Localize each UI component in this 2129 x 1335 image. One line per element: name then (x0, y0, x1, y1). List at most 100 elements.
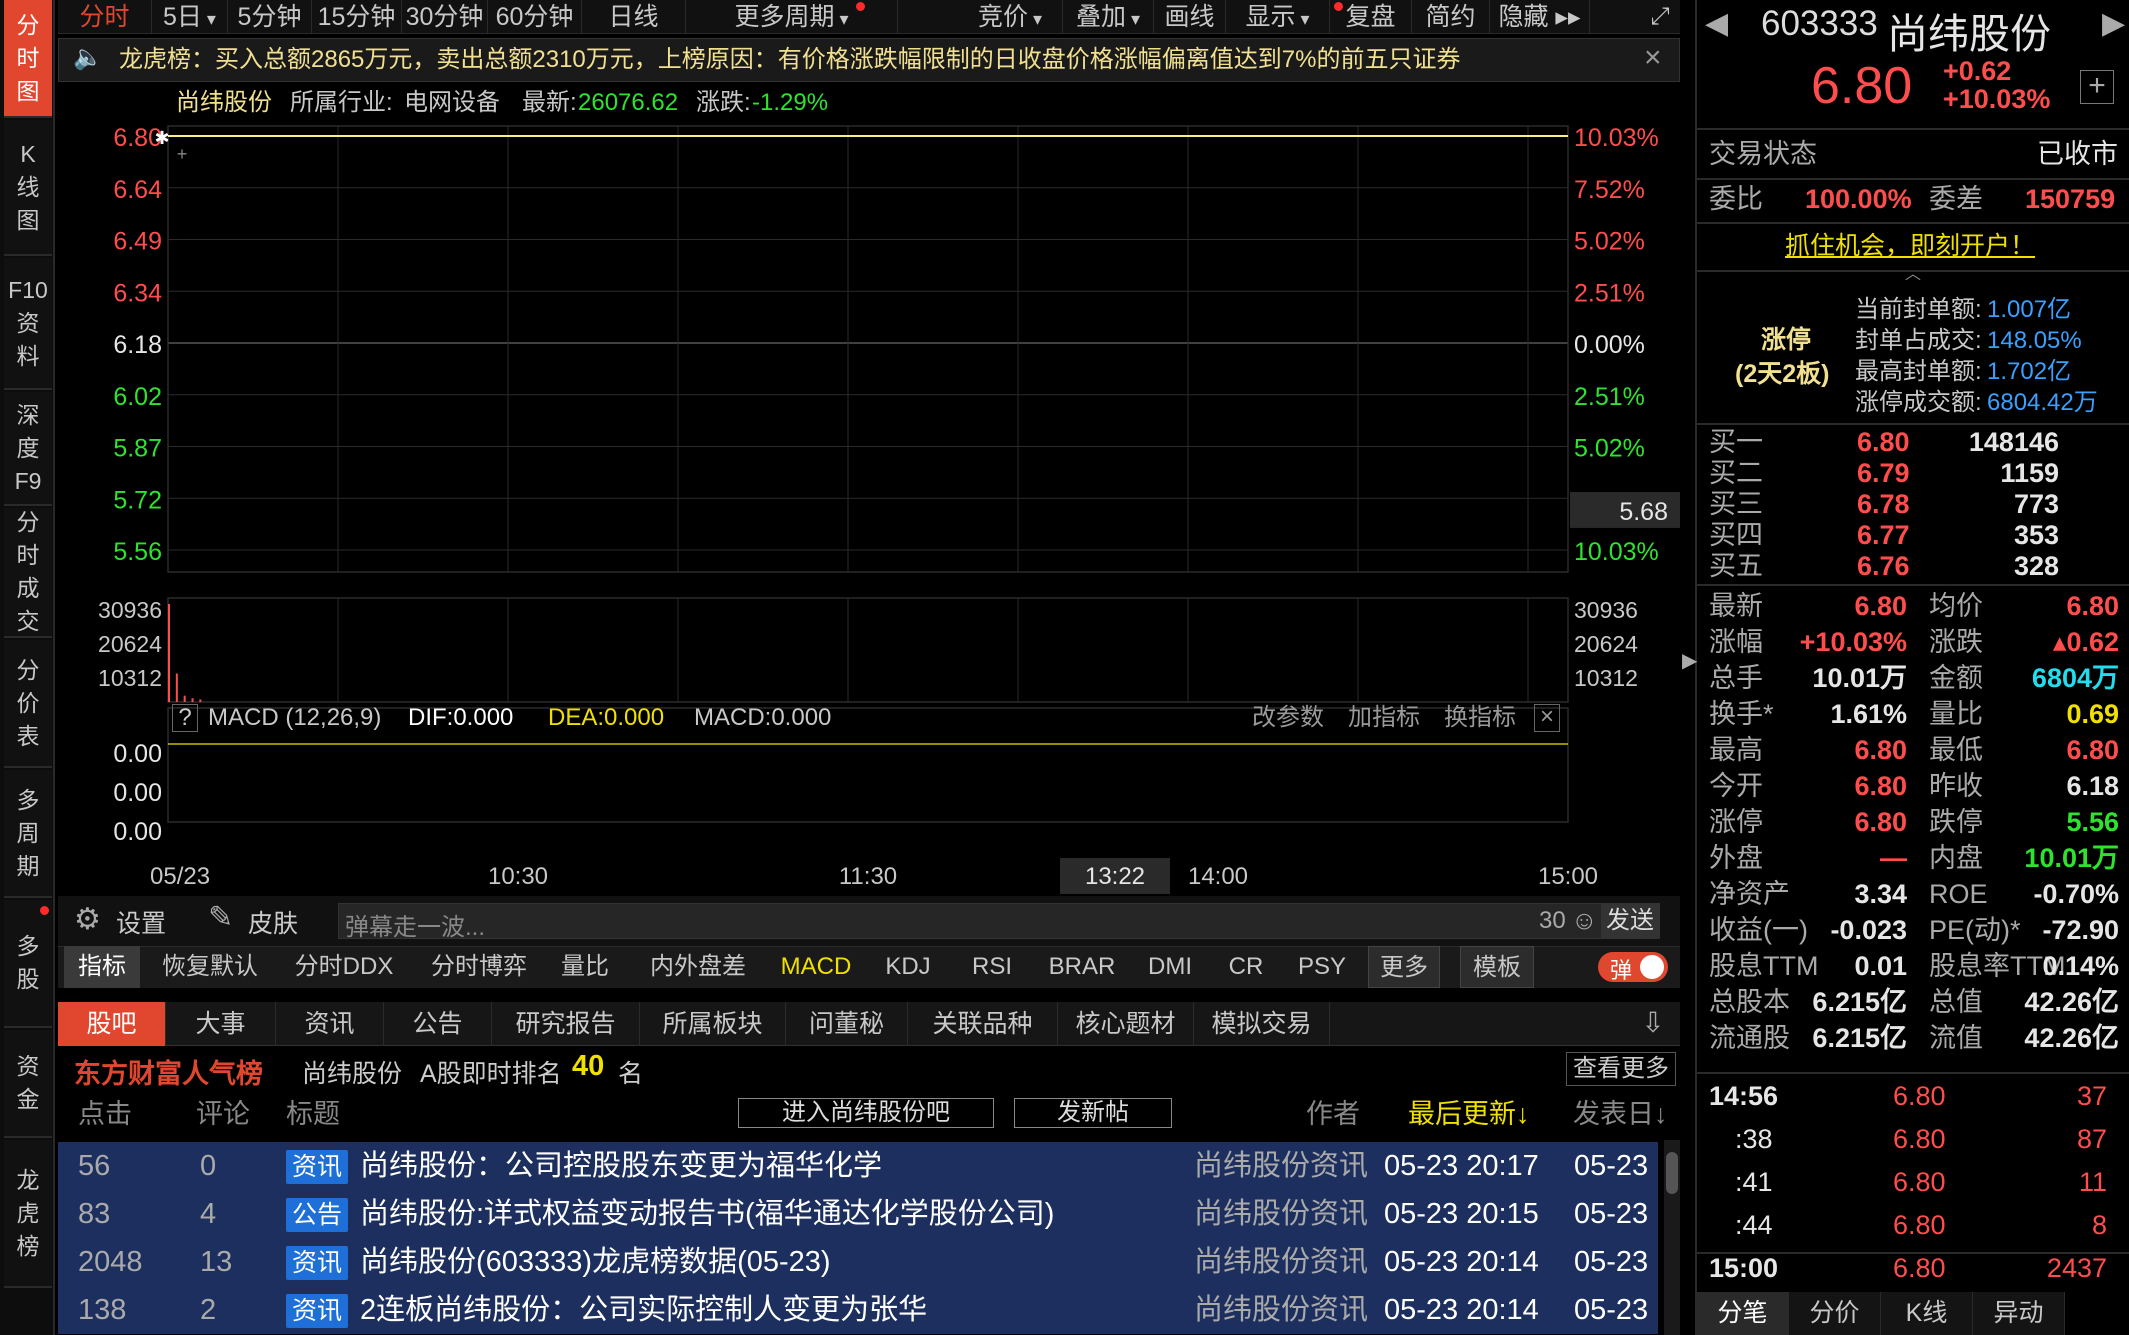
left-nav-item[interactable]: 资金 (4, 1030, 52, 1138)
toolbar-item[interactable]: 简约 (1412, 0, 1490, 34)
new-post-button[interactable]: 发新帖 (1014, 1098, 1172, 1128)
news-author[interactable]: 尚纬股份资讯 (1194, 1142, 1368, 1190)
toolbar-item[interactable]: 显示 ▾ (1226, 0, 1330, 34)
col-last-update[interactable]: 最后更新↓ (1408, 1094, 1530, 1134)
news-tab[interactable]: 问董秘 (786, 1002, 908, 1046)
change-indicator-link[interactable]: 换指标 (1444, 700, 1516, 736)
news-tab[interactable]: 关联品种 (908, 1002, 1058, 1046)
skin-icon[interactable]: ✎ (208, 900, 233, 935)
toolbar-item[interactable]: 更多周期 ▾ (686, 0, 898, 34)
tick-tab[interactable]: 分价 (1789, 1292, 1881, 1335)
news-tab[interactable]: 大事 (166, 1002, 276, 1046)
toolbar-item[interactable]: 叠加 ▾ (1063, 0, 1154, 34)
news-tab[interactable]: 公告 (384, 1002, 492, 1046)
indicator-item[interactable]: KDJ (876, 946, 940, 988)
indicator-item[interactable]: 指标 (64, 946, 140, 988)
tick-tab[interactable]: 异动 (1973, 1292, 2065, 1335)
news-tab[interactable]: 核心题材 (1058, 1002, 1194, 1046)
panel-collapse-handle[interactable]: ▶ (1682, 636, 1697, 686)
news-author[interactable]: 尚纬股份资讯 (1194, 1238, 1368, 1286)
news-tag[interactable]: 公告 (286, 1190, 349, 1238)
close-icon[interactable]: × (1534, 704, 1560, 732)
view-more-button[interactable]: 查看更多 (1566, 1052, 1676, 1086)
news-title[interactable]: 2连板尚纬股份：公司实际控制人变更为张华 (360, 1286, 927, 1334)
settings-button[interactable]: 设置 (116, 904, 166, 940)
left-nav-item[interactable]: 分价表 (4, 640, 52, 768)
close-icon[interactable]: × (1644, 41, 1662, 75)
indicator-item[interactable]: PSY (1290, 946, 1354, 988)
toolbar-item[interactable]: 隐藏 ▸▸ (1490, 0, 1590, 34)
left-nav-item[interactable]: F10 资料 (4, 258, 52, 390)
news-tag[interactable]: 资讯 (286, 1238, 349, 1286)
danmu-input[interactable]: 弹幕走一波... 30 ☺ 发送 (338, 903, 1660, 941)
add-watch-icon[interactable]: + (2080, 70, 2114, 104)
next-stock-icon[interactable]: ▶ (2102, 6, 2125, 41)
news-tab[interactable]: 所属板块 (640, 1002, 786, 1046)
indicator-item[interactable]: 内外盘差 (636, 946, 760, 988)
indicator-item[interactable]: 分时DDX (280, 946, 408, 988)
news-title[interactable]: 尚纬股份:详式权益变动报告书(福华通达化学股份公司) (360, 1190, 1054, 1238)
news-row[interactable]: 56 0 资讯 尚纬股份：公司控股股东变更为福华化学 尚纬股份资讯 05-23 20:17… (58, 1142, 1658, 1190)
enter-bar-button[interactable]: 进入尚纬股份吧 (738, 1098, 994, 1128)
toolbar-item[interactable]: 5日 ▾ (152, 0, 228, 34)
col-post-date[interactable]: 发表日↓ (1573, 1094, 1668, 1134)
gear-icon[interactable]: ⚙ (74, 902, 101, 937)
indicator-item[interactable]: 量比 (550, 946, 620, 988)
intraday-chart[interactable]: 6.806.646.496.346.186.025.875.725.5610.0… (58, 84, 1680, 894)
indicator-item[interactable]: 更多 (1368, 946, 1440, 988)
add-indicator-link[interactable]: 加指标 (1348, 700, 1420, 736)
collapse-icon[interactable]: ︿ (1905, 260, 1921, 284)
left-nav-item[interactable]: 分时图 (4, 0, 52, 118)
toolbar-item[interactable]: 竞价 ▾ (958, 0, 1063, 34)
news-row[interactable]: 83 4 公告 尚纬股份:详式权益变动报告书(福华通达化学股份公司) 尚纬股份资讯 05-… (58, 1190, 1658, 1238)
indicator-item[interactable]: BRAR (1036, 946, 1128, 988)
left-nav-item[interactable]: 深度 F9 (4, 392, 52, 506)
toolbar-item[interactable]: 60分钟 (488, 0, 582, 34)
news-tab[interactable]: 研究报告 (492, 1002, 640, 1046)
col-comments[interactable]: 评论 (196, 1094, 250, 1134)
prev-stock-icon[interactable]: ◀ (1705, 6, 1728, 41)
news-author[interactable]: 尚纬股份资讯 (1194, 1190, 1368, 1238)
toolbar-item[interactable]: 15分钟 (312, 0, 402, 34)
scrollbar-thumb[interactable] (1666, 1152, 1678, 1194)
toolbar-item[interactable]: 日线 (582, 0, 686, 34)
news-tab[interactable]: 股吧 (58, 1002, 166, 1046)
indicator-item[interactable]: RSI (960, 946, 1024, 988)
col-clicks[interactable]: 点击 (78, 1094, 132, 1134)
news-tag[interactable]: 资讯 (286, 1142, 349, 1190)
danmu-toggle[interactable]: 弹 (1598, 952, 1668, 983)
indicator-item[interactable]: DMI (1138, 946, 1202, 988)
bid-price[interactable]: 6.76 (1857, 548, 1910, 584)
news-row[interactable]: 2048 13 资讯 尚纬股份(603333)龙虎榜数据(05-23) 尚纬股份资讯 05… (58, 1238, 1658, 1286)
news-tab[interactable]: 模拟交易 (1194, 1002, 1330, 1046)
col-author[interactable]: 作者 (1306, 1094, 1360, 1134)
indicator-item[interactable]: MACD (770, 946, 862, 988)
left-nav-item[interactable]: 分时成交 (4, 508, 52, 638)
toolbar-item[interactable]: 分时 (58, 0, 152, 34)
indicator-item[interactable]: 分时博弈 (416, 946, 542, 988)
indicator-item[interactable]: 恢复默认 (150, 946, 270, 988)
toolbar-item[interactable]: 5分钟 (228, 0, 312, 34)
news-title[interactable]: 尚纬股份：公司控股股东变更为福华化学 (360, 1142, 882, 1190)
toolbar-item[interactable]: 画线 (1154, 0, 1226, 34)
news-title[interactable]: 尚纬股份(603333)龙虎榜数据(05-23) (360, 1238, 831, 1286)
emoji-icon[interactable]: ☺ (1571, 905, 1598, 936)
tick-tab[interactable]: 分笔 (1697, 1292, 1789, 1335)
indicator-item[interactable]: 模板 (1460, 946, 1534, 988)
left-nav-item[interactable]: 多周期 (4, 770, 52, 898)
news-author[interactable]: 尚纬股份资讯 (1194, 1286, 1368, 1334)
left-nav-item[interactable]: K线图 (4, 120, 52, 256)
promo-link[interactable]: 抓住机会，即刻开户！ (1785, 228, 2035, 264)
help-icon[interactable]: ? (172, 704, 198, 732)
news-tag[interactable]: 资讯 (286, 1286, 349, 1334)
skin-button[interactable]: 皮肤 (248, 904, 298, 940)
tick-tab[interactable]: K线 (1881, 1292, 1973, 1335)
download-icon[interactable]: ⇩ (1636, 1004, 1670, 1042)
scrollbar[interactable] (1664, 1140, 1680, 1335)
indicator-item[interactable]: CR (1222, 946, 1270, 988)
fullscreen-icon[interactable]: ⤢ (1640, 0, 1680, 34)
toolbar-item[interactable]: 30分钟 (402, 0, 488, 34)
edit-params-link[interactable]: 改参数 (1252, 700, 1324, 736)
news-tab[interactable]: 资讯 (276, 1002, 384, 1046)
news-row[interactable]: 138 2 资讯 2连板尚纬股份：公司实际控制人变更为张华 尚纬股份资讯 05-23 20… (58, 1286, 1658, 1334)
